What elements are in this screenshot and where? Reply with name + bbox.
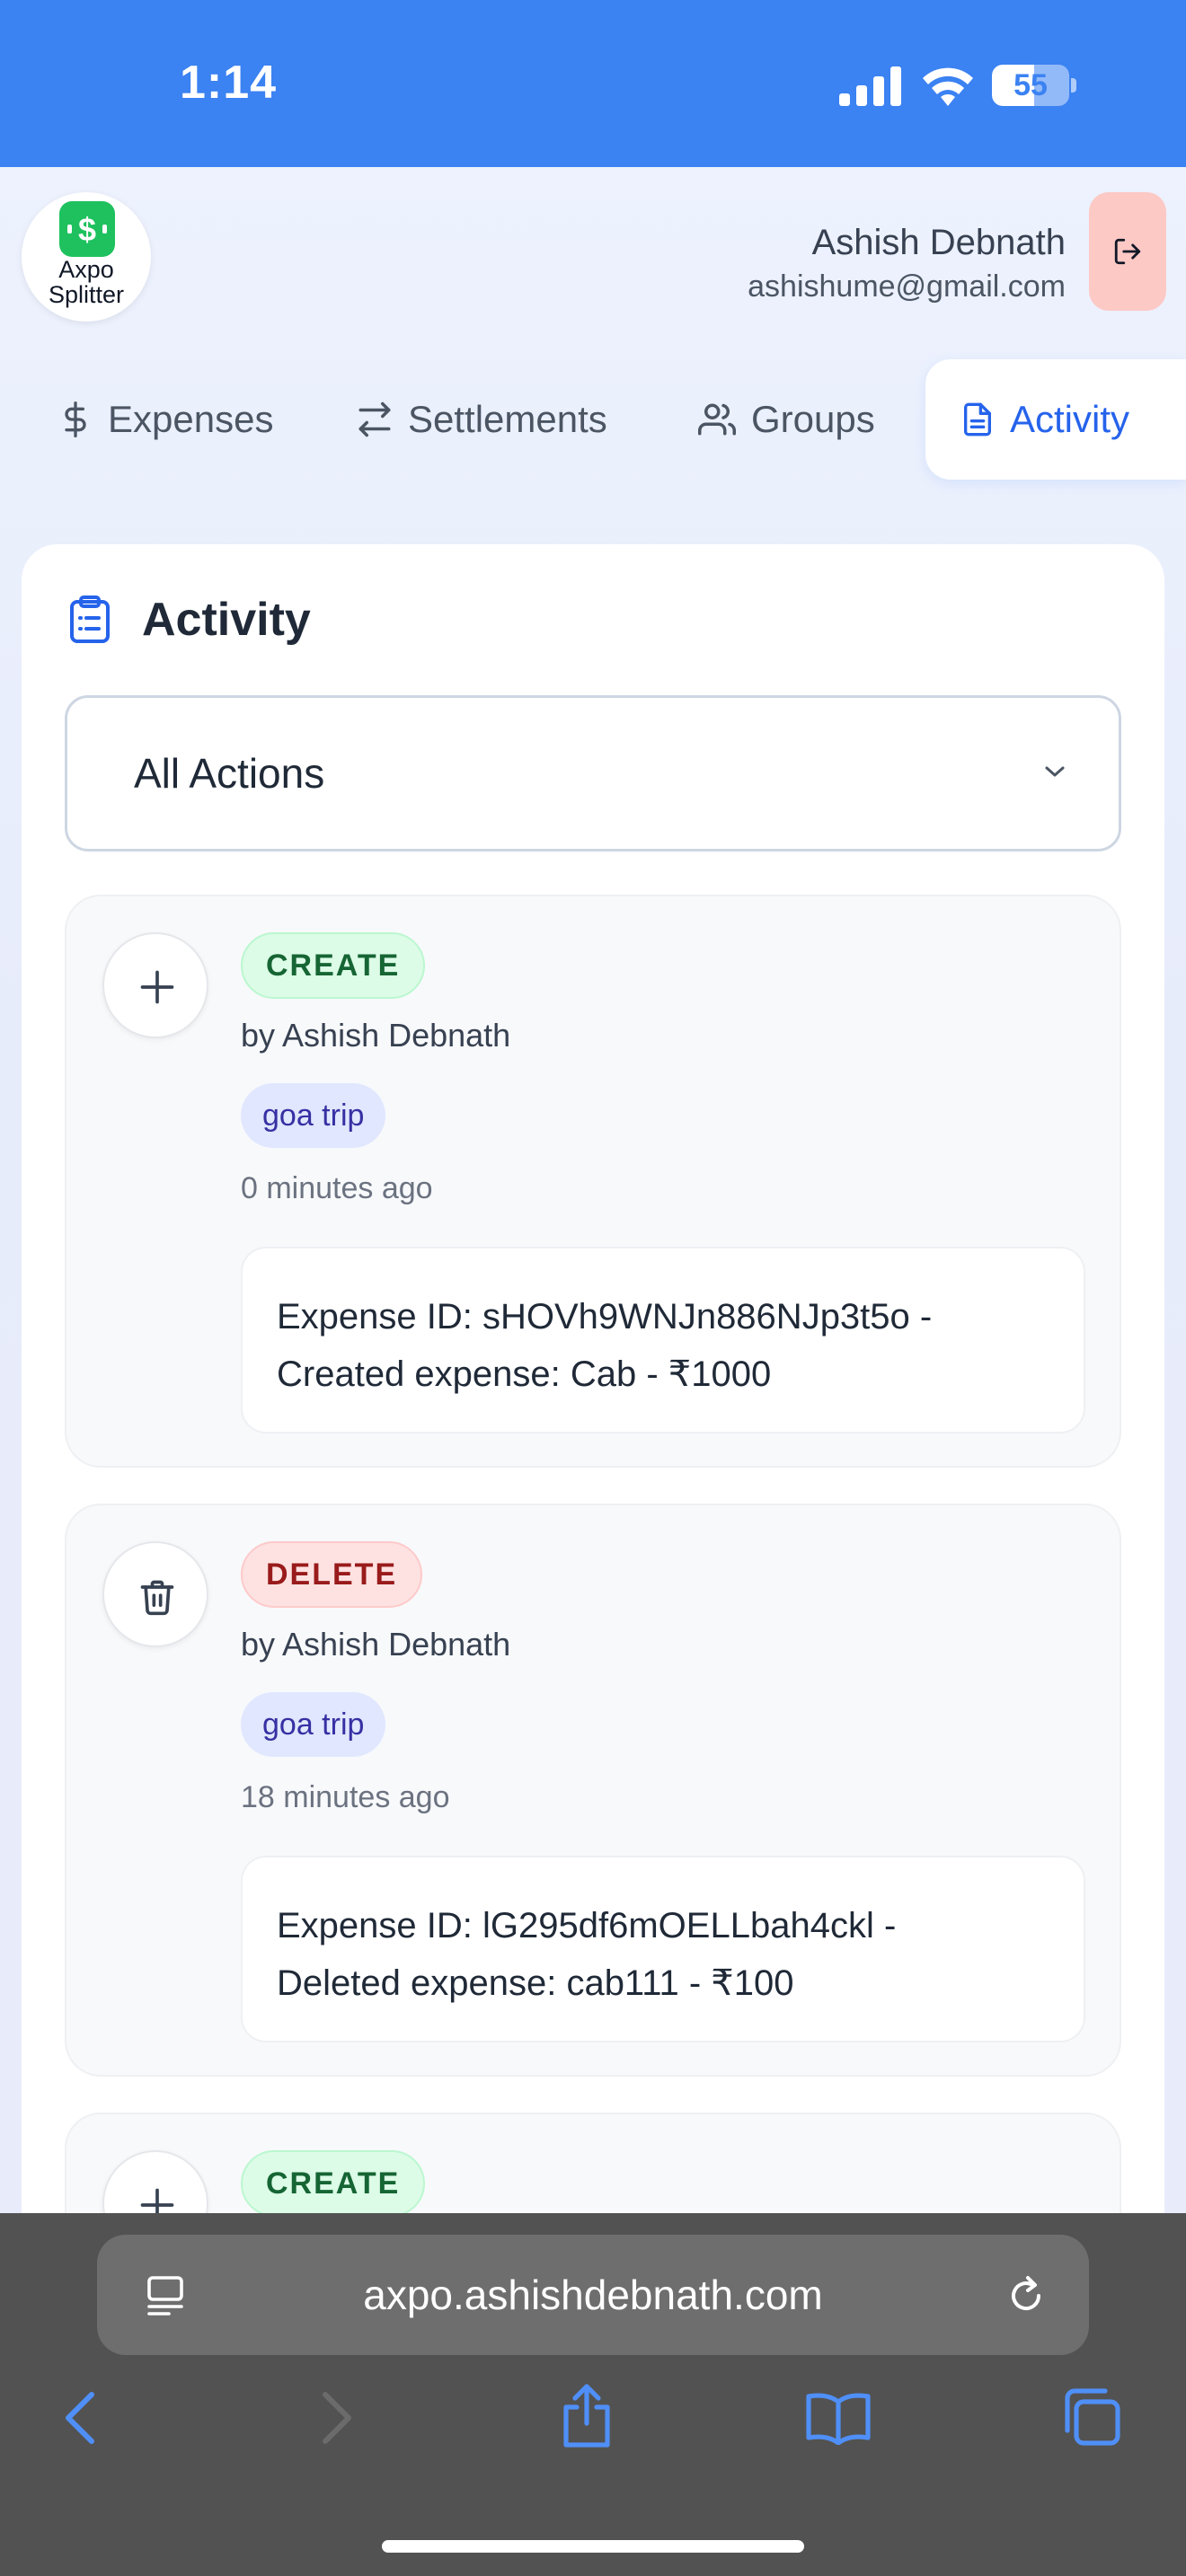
- tab-label: Settlements: [408, 398, 607, 440]
- activity-detail: Expense ID: sHOVh9WNJn886NJp3t5o - Creat…: [241, 1247, 1085, 1434]
- group-tag: goa trip: [241, 1692, 386, 1757]
- back-icon[interactable]: [59, 2389, 99, 2447]
- page-title: Activity: [142, 594, 311, 646]
- battery-icon: 55: [992, 65, 1076, 106]
- wifi-icon: [923, 67, 973, 106]
- action-badge: CREATE: [241, 932, 426, 999]
- tab-label: Groups: [751, 398, 875, 440]
- action-filter-value: All Actions: [134, 750, 325, 797]
- arrows-exchange-icon: [358, 401, 391, 437]
- action-badge: CREATE: [241, 2150, 426, 2217]
- app-logo[interactable]: $ Axpo Splitter: [22, 192, 151, 322]
- create-action-icon-circle: [102, 932, 208, 1038]
- action-badge: DELETE: [241, 1541, 423, 1608]
- logout-icon: [1114, 238, 1141, 265]
- page: 1:14 55 $ Axpo Splitter Ashish Debnath a…: [0, 0, 1186, 2576]
- tab-label: Activity: [1010, 398, 1130, 440]
- reload-icon[interactable]: [1005, 2272, 1048, 2319]
- url-text: axpo.ashishdebnath.com: [363, 2272, 823, 2318]
- group-tag: goa trip: [241, 1083, 386, 1148]
- delete-action-icon-circle: [102, 1541, 208, 1647]
- user-info: Ashish Debnath ashishume@gmail.com: [748, 219, 1066, 307]
- activity-detail: Expense ID: lG295df6mOELLbah4ckl - Delet…: [241, 1856, 1085, 2042]
- logout-button[interactable]: [1089, 192, 1166, 311]
- activity-item: DELETE by Ashish Debnath goa trip 18 min…: [65, 1504, 1121, 2077]
- svg-text:$: $: [78, 211, 96, 248]
- activity-author: by Ashish Debnath: [241, 1017, 511, 1054]
- tab-activity[interactable]: Activity: [925, 359, 1186, 480]
- address-bar[interactable]: axpo.ashishdebnath.com: [97, 2235, 1089, 2355]
- user-email: ashishume@gmail.com: [748, 269, 1066, 304]
- tabs-icon[interactable]: [1060, 2386, 1123, 2448]
- forward-icon[interactable]: [318, 2389, 358, 2447]
- document-icon: [964, 402, 991, 437]
- status-bar: 1:14 55: [0, 0, 1186, 167]
- tab-groups[interactable]: Groups: [697, 359, 875, 480]
- action-filter-select[interactable]: All Actions: [65, 695, 1121, 851]
- logo-mark-icon: $: [59, 201, 115, 257]
- tab-settlements[interactable]: Settlements: [356, 359, 607, 480]
- chevron-down-icon: [1045, 766, 1065, 777]
- trash-icon: [140, 1580, 174, 1616]
- logo-name: Axpo Splitter: [48, 256, 125, 308]
- tab-label: Expenses: [108, 398, 274, 440]
- battery-percent: 55: [1013, 68, 1048, 102]
- activity-author: by Ashish Debnath: [241, 1626, 511, 1663]
- plus-icon: [140, 970, 174, 1004]
- user-name: Ashish Debnath: [811, 223, 1066, 262]
- status-time: 1:14: [180, 57, 278, 109]
- activity-time: 18 minutes ago: [241, 1780, 450, 1814]
- tab-expenses[interactable]: Expenses: [58, 359, 273, 480]
- activity-time: 0 minutes ago: [241, 1171, 433, 1205]
- bookmarks-icon[interactable]: [805, 2391, 872, 2445]
- dollar-icon: [65, 401, 86, 437]
- clipboard-icon: [70, 595, 110, 643]
- cellular-signal-icon: [839, 66, 901, 106]
- home-indicator[interactable]: [382, 2540, 804, 2553]
- users-icon: [698, 403, 736, 436]
- share-icon[interactable]: [559, 2382, 615, 2450]
- card-title: Activity: [68, 593, 311, 647]
- activity-item: CREATE by Ashish Debnath goa trip 0 minu…: [65, 895, 1121, 1468]
